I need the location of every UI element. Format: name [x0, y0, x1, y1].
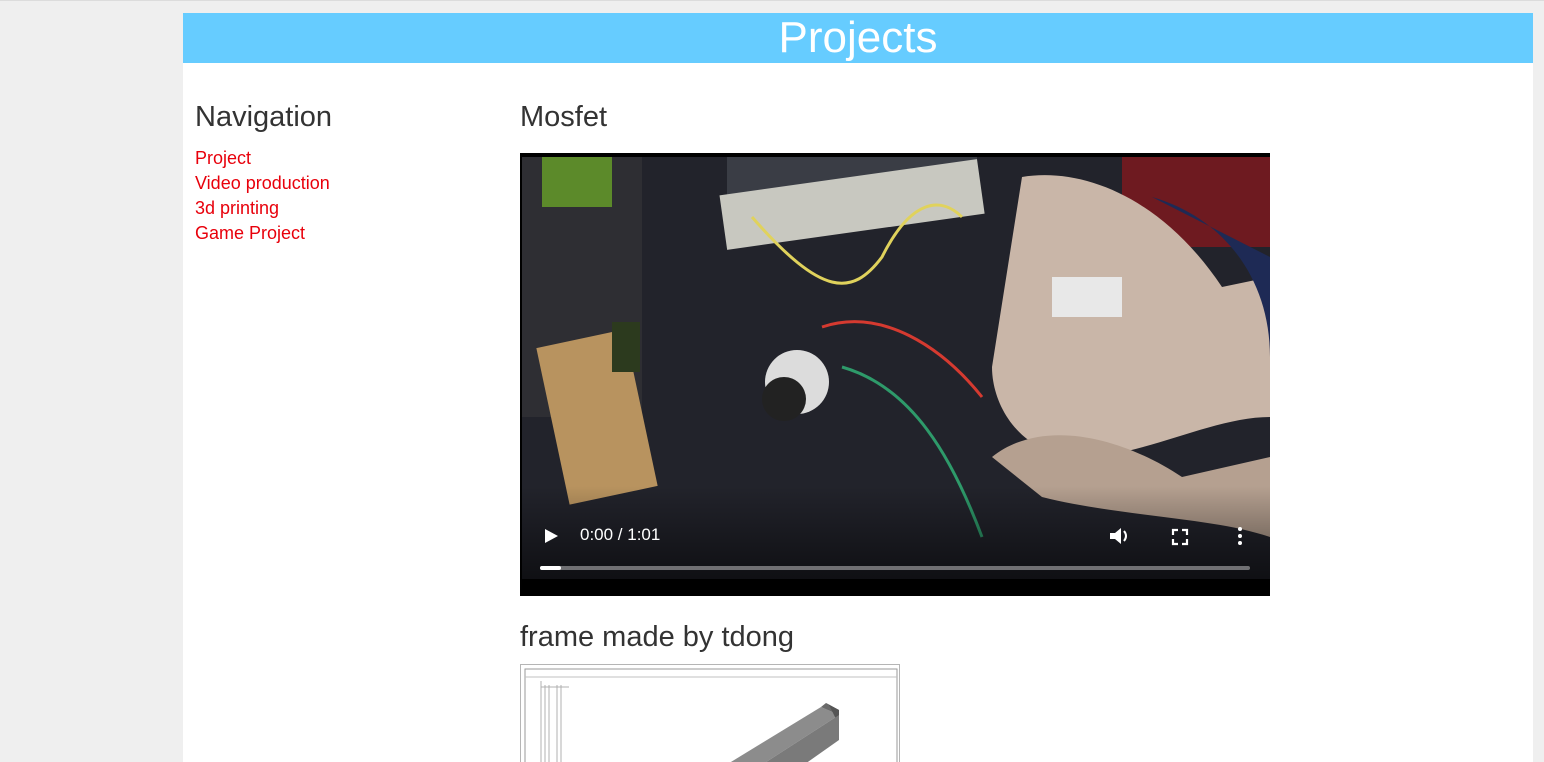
volume-icon[interactable]	[1108, 525, 1132, 547]
fullscreen-icon[interactable]	[1170, 527, 1190, 547]
navigation-heading: Navigation	[195, 101, 333, 133]
section-title-mosfet: Mosfet	[520, 101, 608, 133]
frame-drawing-image[interactable]	[520, 664, 900, 762]
more-options-icon[interactable]	[1232, 525, 1248, 547]
cad-drawing	[524, 668, 898, 762]
main-content: Mosfet 0:00 / 1:01 frame made by tdong	[520, 100, 1520, 762]
play-icon[interactable]	[542, 527, 560, 545]
section-title-frame: frame made by tdong	[520, 621, 795, 653]
page-banner: Projects	[183, 13, 1533, 63]
page-container: Projects Navigation Project Video produc…	[183, 13, 1533, 762]
video-progress-bar[interactable]	[540, 566, 1250, 570]
browser-top-rule	[0, 0, 1544, 13]
video-progress-fill	[540, 566, 562, 570]
navigation-sidebar: Navigation Project Video production 3d p…	[195, 100, 495, 246]
right-gutter	[1533, 13, 1544, 762]
video-time: 0:00 / 1:01	[580, 525, 661, 544]
nav-link-game-project[interactable]: Game Project	[195, 221, 495, 246]
video-player[interactable]: 0:00 / 1:01	[520, 153, 1270, 596]
nav-link-project[interactable]: Project	[195, 146, 495, 171]
nav-link-3d-printing[interactable]: 3d printing	[195, 196, 495, 221]
nav-link-video-production[interactable]: Video production	[195, 171, 495, 196]
